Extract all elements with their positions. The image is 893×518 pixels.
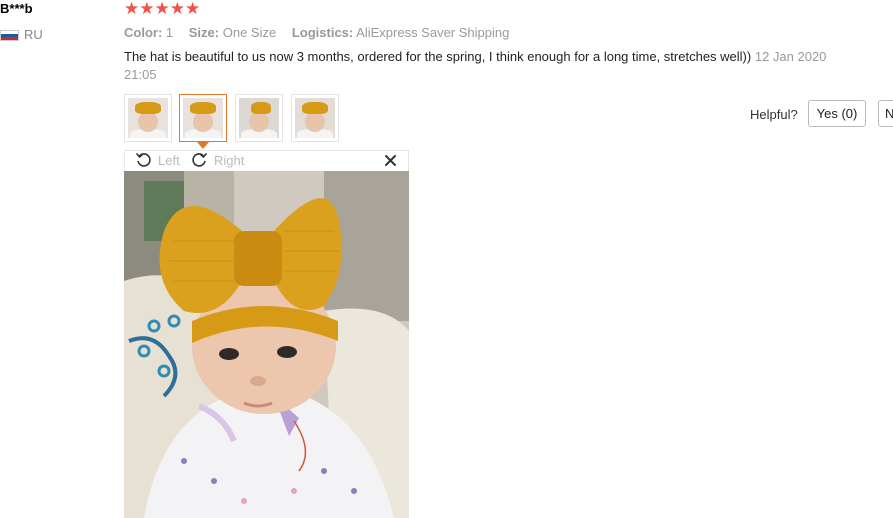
thumbnail-image: [295, 98, 335, 138]
review-body: The hat is beautiful to us now 3 months,…: [124, 48, 849, 84]
rotate-right-icon[interactable]: [191, 151, 208, 168]
reviewer-country: RU: [24, 27, 43, 42]
helpful-label: Helpful?: [750, 107, 798, 122]
rotate-left-label[interactable]: Left: [158, 153, 180, 168]
review-photo-thumbnail-3[interactable]: [235, 94, 283, 142]
color-label: Color:: [124, 25, 163, 40]
reviewer-name: B***b: [0, 1, 33, 16]
color-value: 1: [165, 25, 174, 40]
review-photo-thumbnail-2[interactable]: [179, 94, 227, 142]
thumbnail-image: [239, 98, 279, 138]
country-flag-icon: [0, 30, 19, 41]
baby-with-bow-photo: [124, 171, 409, 518]
review-photo-large: [124, 171, 409, 518]
size-value: One Size: [222, 25, 277, 40]
order-info: Color: 1 Size: One Size Logistics: AliEx…: [124, 25, 509, 40]
rotate-left-icon[interactable]: [135, 151, 152, 168]
helpful-yes-button[interactable]: Yes (0): [808, 100, 866, 127]
size-label: Size:: [188, 25, 220, 40]
rotate-right-label[interactable]: Right: [214, 153, 244, 168]
helpful-no-button[interactable]: N: [878, 100, 893, 127]
close-icon[interactable]: [384, 154, 397, 167]
review-photo-thumbnail-1[interactable]: [124, 94, 172, 142]
star-rating: ★★★★★: [124, 0, 201, 18]
active-thumbnail-pointer: [197, 142, 209, 149]
thumbnail-image: [128, 98, 168, 138]
thumbnail-image: [183, 98, 223, 138]
review-photo-thumbnail-4[interactable]: [291, 94, 339, 142]
logistics-label: Logistics:: [291, 25, 354, 40]
review-text: The hat is beautiful to us now 3 months,…: [124, 49, 752, 64]
logistics-value: AliExpress Saver Shipping: [356, 25, 510, 40]
